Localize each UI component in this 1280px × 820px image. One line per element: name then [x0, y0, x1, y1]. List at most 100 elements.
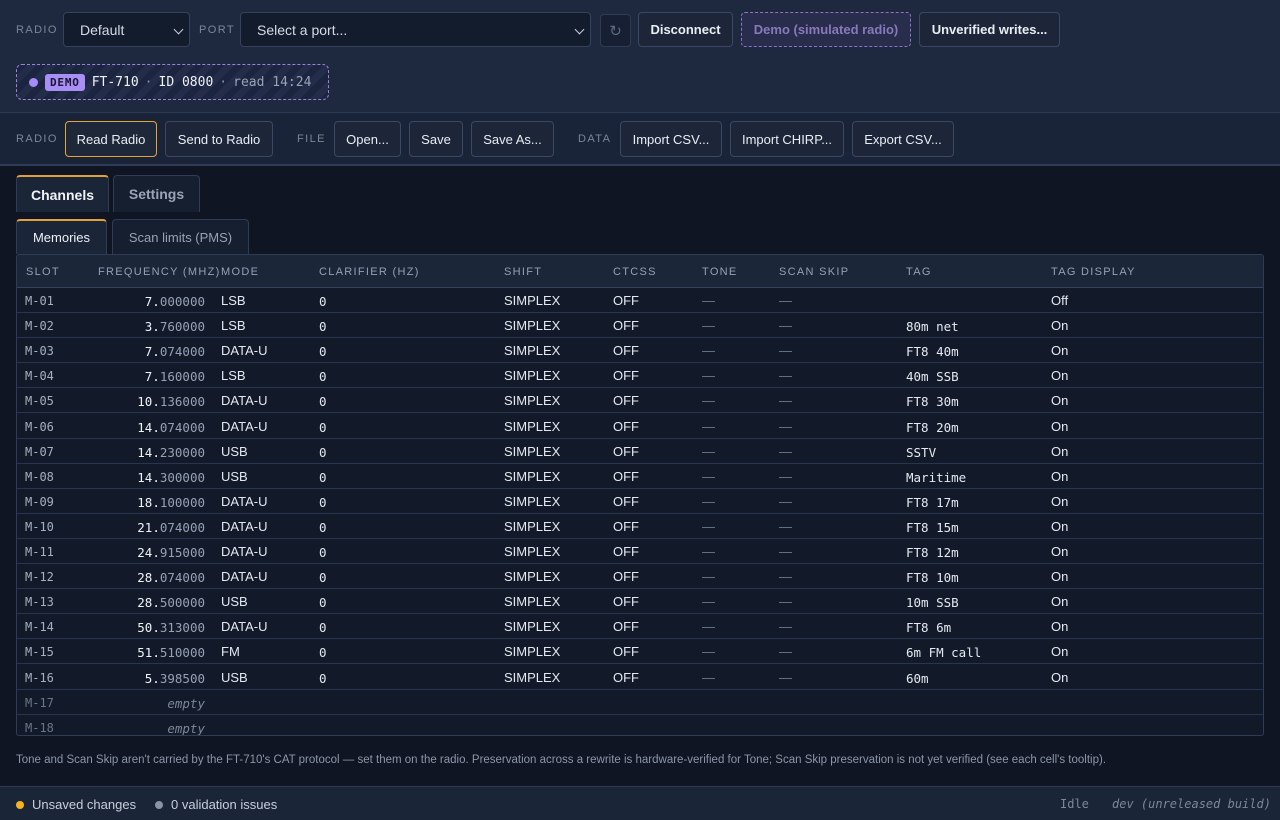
radio-select[interactable]: Default	[63, 12, 190, 47]
cell-tag[interactable]: FT8 40m	[906, 344, 959, 359]
cell-shift[interactable]: SIMPLEX	[504, 469, 560, 484]
cell-scan-skip[interactable]: —	[779, 343, 792, 358]
cell-clarifier[interactable]: 0	[319, 495, 327, 510]
cell-tag-display[interactable]: On	[1051, 619, 1068, 634]
cell-scan-skip[interactable]: —	[779, 494, 792, 509]
cell-mode[interactable]: USB	[221, 670, 248, 685]
cell-clarifier[interactable]: 0	[319, 671, 327, 686]
cell-tone[interactable]: —	[702, 594, 715, 609]
table-row[interactable]: M-11 DATA-U 0 SIMPLEX OFF — — FT8 12m On 24.91500…	[17, 539, 1263, 564]
cell-shift[interactable]: SIMPLEX	[504, 594, 560, 609]
cell-shift[interactable]: SIMPLEX	[504, 419, 560, 434]
cell-tone[interactable]: —	[702, 419, 715, 434]
cell-clarifier[interactable]: 0	[319, 420, 327, 435]
header-scan-skip[interactable]: SCAN SKIP	[779, 266, 849, 278]
table-row[interactable]: M-06 DATA-U 0 SIMPLEX OFF — — FT8 20m On 14.07400…	[17, 414, 1263, 439]
cell-clarifier[interactable]: 0	[319, 344, 327, 359]
cell-frequency[interactable]: 5.398500	[85, 671, 205, 686]
cell-tag-display[interactable]: On	[1051, 419, 1068, 434]
cell-tag-display[interactable]: On	[1051, 544, 1068, 559]
cell-shift[interactable]: SIMPLEX	[504, 393, 560, 408]
cell-ctcss[interactable]: OFF	[613, 419, 639, 434]
tab-settings[interactable]: Settings	[113, 175, 200, 212]
cell-mode[interactable]: USB	[221, 594, 248, 609]
cell-tag-display[interactable]: On	[1051, 519, 1068, 534]
cell-tag-display[interactable]: On	[1051, 644, 1068, 659]
table-row[interactable]: M-08 USB 0 SIMPLEX OFF — — Maritime On 14.300000	[17, 464, 1263, 489]
cell-tone[interactable]: —	[702, 619, 715, 634]
cell-tag-display[interactable]: On	[1051, 494, 1068, 509]
header-tone[interactable]: TONE	[702, 266, 738, 278]
cell-mode[interactable]: DATA-U	[221, 343, 267, 358]
cell-shift[interactable]: SIMPLEX	[504, 343, 560, 358]
header-frequency[interactable]: FREQUENCY (MHZ)	[98, 266, 221, 278]
header-tag-display[interactable]: TAG DISPLAY	[1051, 266, 1136, 278]
cell-frequency[interactable]: 7.074000	[85, 344, 205, 359]
cell-clarifier[interactable]: 0	[319, 294, 327, 309]
cell-shift[interactable]: SIMPLEX	[504, 494, 560, 509]
port-select[interactable]: Select a port...	[240, 12, 591, 47]
cell-frequency[interactable]: 51.510000	[85, 645, 205, 660]
cell-ctcss[interactable]: OFF	[613, 393, 639, 408]
validation-indicator[interactable]: 0 validation issues	[155, 797, 277, 812]
cell-frequency[interactable]: 24.915000	[85, 545, 205, 560]
cell-tag[interactable]: 10m SSB	[906, 595, 959, 610]
cell-frequency[interactable]: 18.100000	[85, 495, 205, 510]
cell-tag[interactable]: FT8 17m	[906, 495, 959, 510]
cell-mode[interactable]: DATA-U	[221, 419, 267, 434]
cell-clarifier[interactable]: 0	[319, 620, 327, 635]
cell-ctcss[interactable]: OFF	[613, 293, 639, 308]
cell-shift[interactable]: SIMPLEX	[504, 670, 560, 685]
cell-frequency[interactable]: 7.000000	[85, 294, 205, 309]
cell-tone[interactable]: —	[702, 343, 715, 358]
unverified-writes-button[interactable]: Unverified writes...	[919, 12, 1060, 47]
cell-scan-skip[interactable]: —	[779, 419, 792, 434]
cell-tag[interactable]: 80m net	[906, 319, 959, 334]
cell-scan-skip[interactable]: —	[779, 444, 792, 459]
cell-mode[interactable]: LSB	[221, 368, 246, 383]
table-row[interactable]: M-12 DATA-U 0 SIMPLEX OFF — — FT8 10m On 28.07400…	[17, 564, 1263, 590]
cell-tag-display[interactable]: On	[1051, 469, 1068, 484]
cell-ctcss[interactable]: OFF	[613, 318, 639, 333]
cell-frequency[interactable]: 7.160000	[85, 369, 205, 384]
cell-tag[interactable]: 40m SSB	[906, 369, 959, 384]
cell-clarifier[interactable]: 0	[319, 570, 327, 585]
cell-tone[interactable]: —	[702, 544, 715, 559]
table-row[interactable]: M-03 DATA-U 0 SIMPLEX OFF — — FT8 40m On 7.074000	[17, 338, 1263, 364]
cell-frequency[interactable]: 14.300000	[85, 470, 205, 485]
cell-frequency[interactable]: 3.760000	[85, 319, 205, 334]
tab-channels[interactable]: Channels	[16, 175, 109, 212]
cell-clarifier[interactable]: 0	[319, 520, 327, 535]
header-tag[interactable]: TAG	[906, 266, 932, 278]
header-shift[interactable]: SHIFT	[504, 266, 542, 278]
cell-scan-skip[interactable]: —	[779, 393, 792, 408]
header-slot[interactable]: SLOT	[26, 266, 60, 278]
header-clarifier[interactable]: CLARIFIER (HZ)	[319, 266, 420, 278]
cell-tone[interactable]: —	[702, 469, 715, 484]
cell-tag-display[interactable]: On	[1051, 444, 1068, 459]
send-to-radio-button[interactable]: Send to Radio	[165, 121, 273, 157]
cell-scan-skip[interactable]: —	[779, 594, 792, 609]
cell-tone[interactable]: —	[702, 444, 715, 459]
table-row[interactable]: M-15 FM 0 SIMPLEX OFF — — 6m FM call On 51.510000	[17, 639, 1263, 665]
cell-mode[interactable]: LSB	[221, 293, 246, 308]
table-row[interactable]: M-07 USB 0 SIMPLEX OFF — — SSTV On 14.230000	[17, 439, 1263, 464]
cell-tag[interactable]: 60m	[906, 671, 929, 686]
cell-frequency[interactable]: 28.074000	[85, 570, 205, 585]
cell-mode[interactable]: USB	[221, 469, 248, 484]
cell-clarifier[interactable]: 0	[319, 545, 327, 560]
table-row[interactable]: M-01 LSB 0 SIMPLEX OFF — — Off 7.000000	[17, 288, 1263, 313]
save-button[interactable]: Save	[409, 121, 463, 157]
cell-frequency[interactable]: 10.136000	[85, 394, 205, 409]
cell-tone[interactable]: —	[702, 393, 715, 408]
cell-clarifier[interactable]: 0	[319, 394, 327, 409]
cell-clarifier[interactable]: 0	[319, 445, 327, 460]
cell-shift[interactable]: SIMPLEX	[504, 619, 560, 634]
cell-frequency[interactable]: 28.500000	[85, 595, 205, 610]
cell-clarifier[interactable]: 0	[319, 595, 327, 610]
cell-tag-display[interactable]: On	[1051, 368, 1068, 383]
cell-tag[interactable]: FT8 20m	[906, 420, 959, 435]
import-chirp-button[interactable]: Import CHIRP...	[730, 121, 844, 157]
cell-tag-display[interactable]: On	[1051, 343, 1068, 358]
table-row[interactable]: M-16 USB 0 SIMPLEX OFF — — 60m On 5.398500	[17, 665, 1263, 690]
